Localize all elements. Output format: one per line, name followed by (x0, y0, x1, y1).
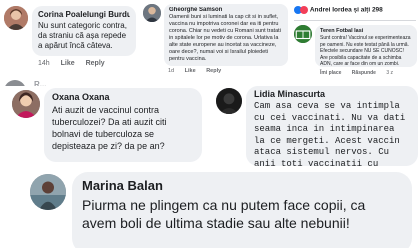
comment-bubble: Oxana Oxana Ati auzit de vaccinul contra… (44, 88, 202, 162)
comment-author[interactable]: Teren Fotbal Iasi (320, 28, 412, 34)
comment-bubble: Gheorghe Samson Oamenii buni si luminati… (164, 4, 288, 66)
comment-panel-corina: Corina Poalelungi Burduja Nu sunt catego… (0, 0, 140, 90)
comment-panel-lidia: Lidia Minascurta Cam asa ceva se va inti… (210, 84, 420, 166)
love-reaction-icon (300, 6, 308, 14)
like-button[interactable]: Îmi place (320, 70, 341, 76)
comment-text: Ati auzit de vaccinul contra tuberculoze… (52, 105, 167, 151)
comment-author[interactable]: Lidia Minascurta (254, 89, 410, 99)
timestamp[interactable]: 1d (168, 68, 174, 74)
comment-text: Sunt contra! Vaccinul se experimenteaza … (320, 35, 411, 67)
comment-bubble: Lidia Minascurta Cam asa ceva se va inti… (246, 86, 418, 166)
profile-photo-icon (216, 88, 242, 114)
reactions-header[interactable]: Andrei Iordea și alți 298 (294, 6, 383, 18)
comment-text: Nu sunt categoric contra, da straniu că … (38, 21, 127, 50)
comment-author[interactable]: Oxana Oxana (52, 92, 194, 102)
reply-button[interactable]: Reply (206, 68, 221, 74)
avatar[interactable] (216, 88, 242, 114)
avatar[interactable] (4, 6, 28, 30)
profile-photo-icon (4, 6, 28, 30)
profile-photo-icon (30, 174, 66, 210)
comment-panel-andrei: Andrei Iordea și alți 298 Teren Fotbal I… (290, 0, 420, 80)
comment-bubble: Marina Balan Piurma ne plingem ca nu put… (72, 172, 412, 248)
like-button[interactable]: Like (185, 68, 196, 74)
avatar[interactable] (12, 90, 40, 118)
comment-panel-gheorghe: Gheorghe Samson Oamenii buni si luminati… (140, 0, 290, 80)
profile-photo-icon (12, 90, 40, 118)
timestamp[interactable]: 3 z (386, 70, 393, 76)
comment-bubble: Teren Fotbal Iasi Sunt contra! Vaccinul … (315, 25, 417, 67)
comment-text: Piurma ne plingem ca nu putem face copii… (82, 197, 366, 231)
comment-text: Cam asa ceva se va intimpla cu cei vacci… (254, 101, 406, 166)
comment-author[interactable]: Gheorghe Samson (169, 7, 283, 13)
comment-panel-oxana: Oxana Oxana Ati auzit de vaccinul contra… (0, 86, 205, 166)
reply-button[interactable]: Reply (86, 60, 105, 67)
avatar[interactable] (143, 4, 161, 22)
avatar[interactable] (30, 174, 66, 210)
comment-bubble: Corina Poalelungi Burduja Nu sunt catego… (32, 6, 136, 56)
comment-actions: Îmi place Răspunde 3 z (320, 70, 402, 76)
timestamp[interactable]: 14h (38, 60, 50, 67)
comment-text: Oamenii buni si luminati la cap cit si i… (169, 14, 281, 62)
comment-panel-marina: Marina Balan Piurma ne plingem ca nu put… (0, 168, 420, 248)
comment-actions: 1d Like Reply (168, 68, 230, 74)
divider (294, 20, 416, 21)
profile-photo-icon (143, 4, 161, 22)
like-button[interactable]: Like (61, 60, 75, 67)
comment-author[interactable]: Corina Poalelungi Burduja (38, 10, 130, 19)
reactions-count: Andrei Iordea și alți 298 (309, 6, 383, 14)
comment-actions: 14h Like Reply (38, 60, 114, 67)
avatar[interactable] (294, 25, 312, 43)
profile-photo-icon (294, 25, 312, 43)
reply-button[interactable]: Răspunde (352, 70, 376, 76)
comment-author[interactable]: Marina Balan (82, 178, 402, 193)
